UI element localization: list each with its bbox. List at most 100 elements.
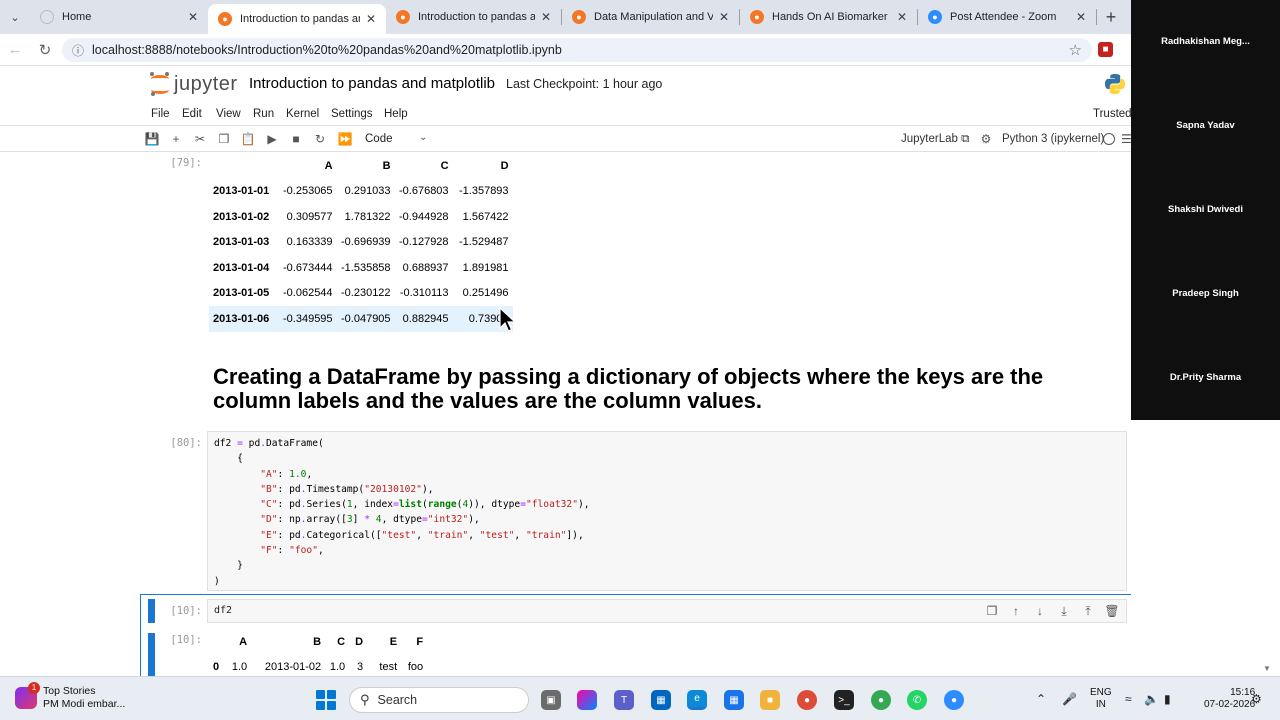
participant-tile[interactable]: Dr.Prity Sharma <box>1131 372 1280 383</box>
language-indicator[interactable]: ENG IN <box>1090 687 1112 711</box>
table-cell: -0.349595 <box>283 312 333 325</box>
teams-icon[interactable]: T <box>614 690 634 710</box>
participant-tile[interactable]: Pradeep Singh <box>1131 288 1280 299</box>
table-header-row: A B C D <box>209 153 513 179</box>
chrome-icon[interactable]: ● <box>797 690 817 710</box>
cell-type-select[interactable]: Code <box>365 133 393 145</box>
participant-tile[interactable]: Shakshi Dwivedi <box>1131 204 1280 215</box>
cut-icon[interactable]: ✂ <box>192 132 208 146</box>
stop-square-icon[interactable]: ■ <box>288 132 304 146</box>
whatsapp-icon[interactable]: ✆ <box>907 690 927 710</box>
table-cell: -0.230122 <box>341 287 391 300</box>
menu-file[interactable]: File <box>151 108 170 120</box>
delete-trash-icon[interactable]: 🗑 <box>1104 604 1120 618</box>
save-icon[interactable]: 💾 <box>144 132 160 146</box>
chrome-profile-icon[interactable]: ● <box>871 690 891 710</box>
table-cell: -0.696939 <box>341 236 391 249</box>
participant-tile[interactable]: Radhakishan Meg... <box>1131 36 1280 47</box>
copilot-icon[interactable] <box>577 690 597 710</box>
wifi-icon[interactable]: ≈ <box>1125 692 1132 706</box>
table-header-row: A B C D E F <box>209 629 427 655</box>
restart-icon[interactable]: ↻ <box>312 132 328 146</box>
zoom-app-icon[interactable]: ● <box>944 690 964 710</box>
tab-search-chevron-icon[interactable]: ⌄ <box>0 0 30 34</box>
news-subtitle: PM Modi embar... <box>43 698 126 710</box>
row-index: 2013-01-05 <box>213 287 270 300</box>
close-icon[interactable]: ✕ <box>186 10 200 24</box>
scroll-down-arrow-icon[interactable]: ▼ <box>1263 664 1271 673</box>
close-icon[interactable]: ✕ <box>717 10 731 24</box>
tab-biomarker[interactable]: ● Hands On AI Biomarker Disco ✕ <box>740 0 917 34</box>
tab-zoom[interactable]: ● Post Attendee - Zoom ✕ <box>918 0 1096 34</box>
table-cell: -1.529487 <box>459 236 509 249</box>
table-cell: 1.781322 <box>344 210 391 223</box>
windows-start-icon[interactable] <box>316 690 336 710</box>
store-icon[interactable]: ▦ <box>651 690 671 710</box>
settings-gear-icon[interactable]: ⚙ <box>978 132 994 146</box>
menu-help[interactable]: Help <box>384 108 408 120</box>
insert-above-icon[interactable]: ⤓ <box>1056 604 1072 619</box>
table-cell: 1.891981 <box>462 261 509 274</box>
bookmark-star-icon[interactable]: ☆ <box>1069 41 1082 59</box>
tab-data-manipulation[interactable]: ● Data Manipulation and Visual ✕ <box>562 0 739 34</box>
volume-icon[interactable]: 🔈 <box>1144 692 1159 706</box>
table-row: 2013-01-02 0.309577 1.781322 -0.944928 1… <box>209 204 513 230</box>
notebook-area[interactable]: [79]: A B C D 2013-01-01 -0.253065 0.291… <box>0 153 1131 676</box>
reload-icon[interactable]: ↻ <box>30 41 60 59</box>
row-index: 0 <box>213 661 220 674</box>
tab-home[interactable]: Home ✕ <box>30 0 208 34</box>
menu-settings[interactable]: Settings <box>331 108 373 120</box>
news-widget[interactable]: 1 Top Stories PM Modi embar... <box>15 682 126 711</box>
notebook-title[interactable]: Introduction to pandas and matplotlib <box>249 75 495 92</box>
run-play-icon[interactable]: ▶ <box>264 132 280 146</box>
move-up-arrow-icon[interactable]: ↑ <box>1008 604 1024 618</box>
jupyter-logo[interactable]: jupyter <box>150 72 238 96</box>
move-down-arrow-icon[interactable]: ↓ <box>1032 604 1048 618</box>
participant-tile[interactable]: Sapna Yadav <box>1131 120 1280 131</box>
trusted-indicator[interactable]: Trusted <box>1093 108 1132 120</box>
taskbar-search[interactable]: ⚲ Search <box>349 687 529 713</box>
dataframe-output-10: A B C D E F 0 1.0 2013-01-02 1.0 3 test … <box>209 629 427 676</box>
calendar-icon[interactable]: ▦ <box>724 690 744 710</box>
notification-bell-icon[interactable]: ⚙ <box>1251 692 1262 706</box>
close-icon[interactable]: ✕ <box>539 10 553 24</box>
output-prompt-79: [79]: <box>170 157 202 169</box>
duplicate-cell-icon[interactable]: ❐ <box>984 604 1000 618</box>
close-icon[interactable]: ✕ <box>1074 10 1088 24</box>
tray-chevron-up-icon[interactable]: ⌃ <box>1036 692 1046 706</box>
terminal-icon[interactable]: >_ <box>834 690 854 710</box>
paste-icon[interactable]: 📋 <box>240 132 256 146</box>
file-explorer-icon[interactable]: ■ <box>760 690 780 710</box>
system-clock[interactable]: 15:16 07-02-2026 <box>1204 687 1255 711</box>
copy-icon[interactable]: ❐ <box>216 132 232 146</box>
battery-icon[interactable]: ▮ <box>1164 692 1171 706</box>
edge-icon[interactable]: e <box>687 690 707 710</box>
jupyterlab-link[interactable]: JupyterLab ⧉ <box>901 133 969 146</box>
menu-view[interactable]: View <box>216 108 241 120</box>
tab-notebook-2[interactable]: ● Introduction to pandas and m ✕ <box>386 0 561 34</box>
extension-icon[interactable]: ■ <box>1098 42 1113 57</box>
column-header: C <box>337 635 346 648</box>
tab-notebook-active[interactable]: ● Introduction to pandas and m ✕ <box>208 4 386 34</box>
table-cell: -0.253065 <box>283 185 333 198</box>
menu-edit[interactable]: Edit <box>182 108 202 120</box>
task-view-icon[interactable]: ▣ <box>541 690 561 710</box>
back-arrow-icon[interactable]: ← <box>0 41 30 58</box>
menu-kernel[interactable]: Kernel <box>286 108 319 120</box>
site-info-icon[interactable]: ⓘ <box>72 42 84 59</box>
new-tab-plus-icon[interactable]: + <box>1097 7 1125 28</box>
microphone-icon[interactable]: 🎤 <box>1062 692 1077 706</box>
table-cell: -0.047905 <box>341 312 391 325</box>
kernel-name[interactable]: Python 3 (ipykernel) <box>1002 133 1104 145</box>
insert-below-icon[interactable]: ⤒ <box>1080 604 1096 619</box>
close-icon[interactable]: ✕ <box>364 12 378 26</box>
address-bar[interactable]: ⓘ localhost:8888/notebooks/Introduction%… <box>62 38 1092 62</box>
fast-forward-icon[interactable]: ⏩ <box>337 132 353 146</box>
column-header: E <box>389 635 398 648</box>
menu-run[interactable]: Run <box>253 108 274 120</box>
code-cell-80[interactable]: df2 = pd.DataFrame( { "A": 1.0, "B": pd.… <box>207 431 1127 591</box>
code-text-10: df2 <box>214 605 233 616</box>
close-icon[interactable]: ✕ <box>895 10 909 24</box>
insert-cell-plus-icon[interactable]: + <box>168 132 184 146</box>
chevron-down-icon[interactable]: ⌄ <box>419 132 427 143</box>
